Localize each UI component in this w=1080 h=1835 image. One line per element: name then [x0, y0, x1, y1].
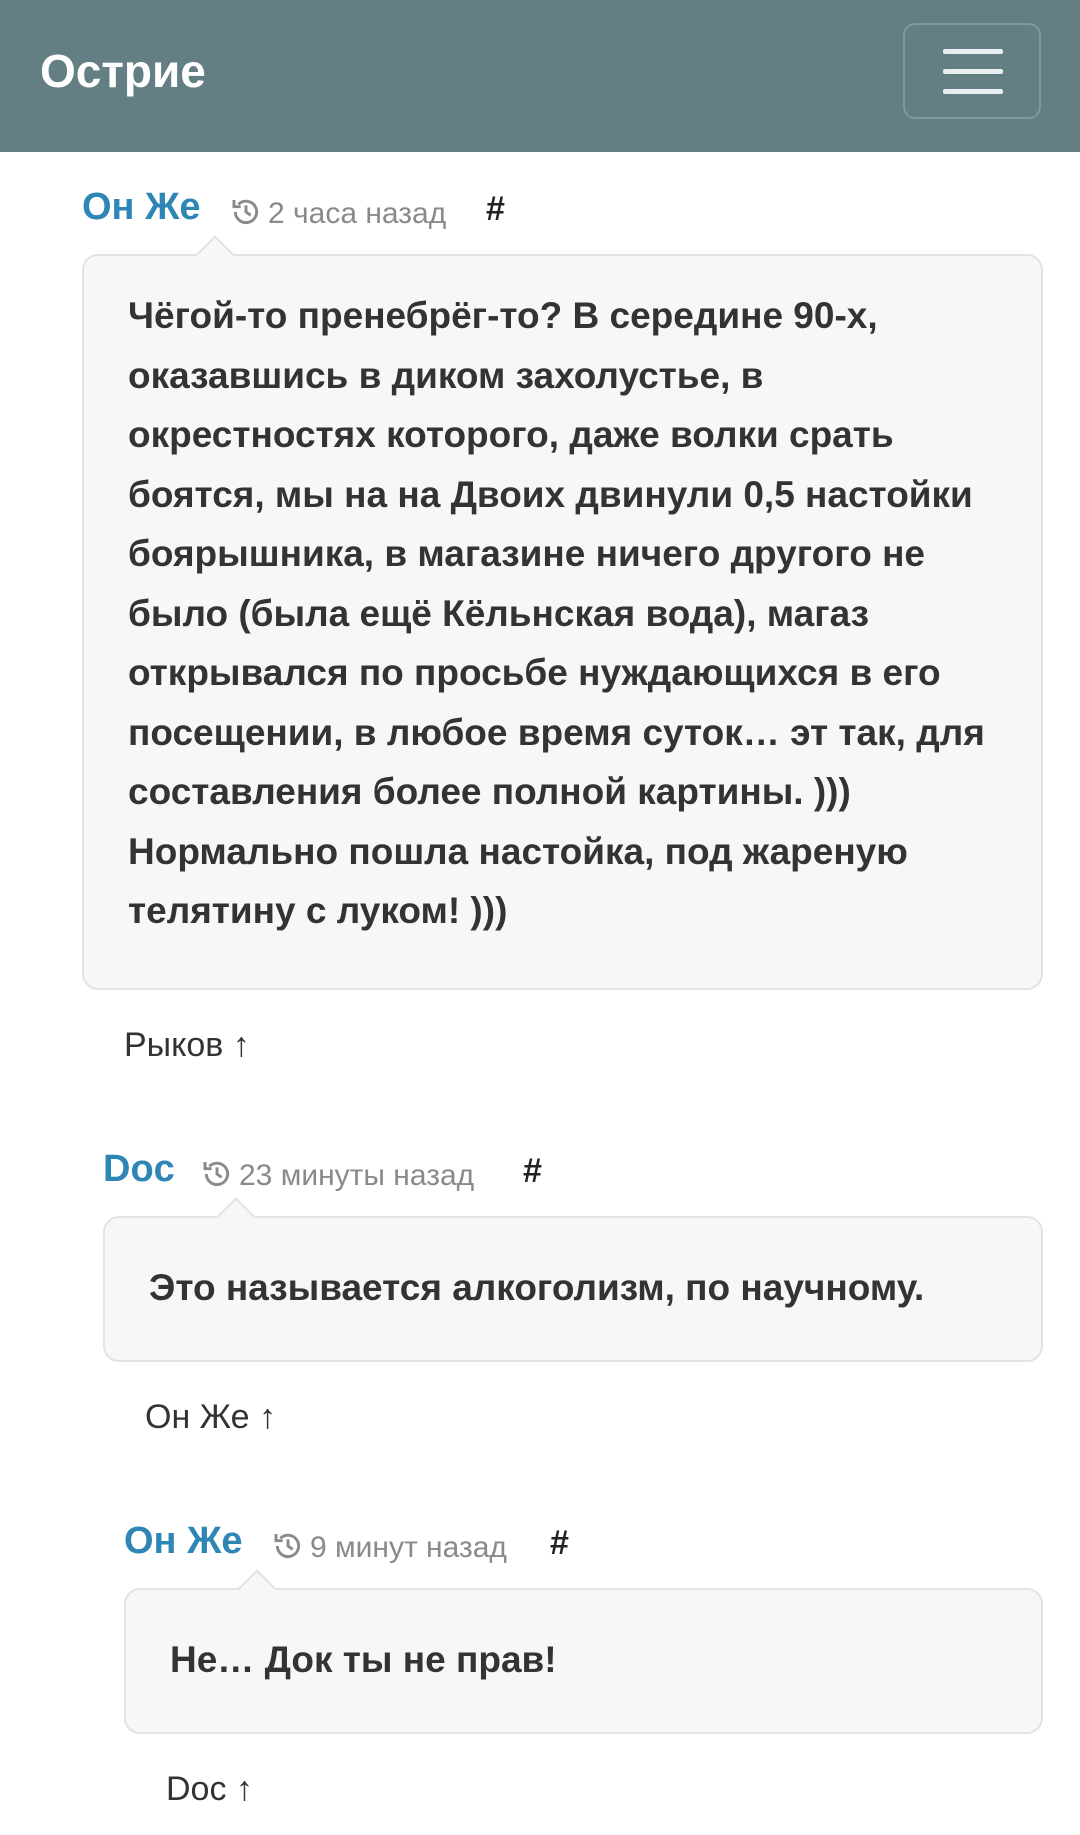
comment-time: 2 часа назад	[230, 196, 446, 231]
menu-toggle-button[interactable]	[903, 23, 1041, 119]
comment-text: Не… Док ты не прав!	[170, 1639, 557, 1680]
history-icon	[274, 1533, 301, 1558]
site-brand[interactable]: Острие	[40, 44, 206, 98]
comment-author-link[interactable]: Он Же	[124, 1520, 243, 1563]
comment-time-text: 9 минут назад	[310, 1531, 507, 1564]
comment: Он Же 9 минут назад # Не… Док ты не прав…	[124, 1520, 1043, 1808]
comment-anchor-link[interactable]: #	[486, 190, 505, 229]
history-icon	[232, 199, 259, 224]
comment-meta: Он Же 9 минут назад #	[124, 1520, 1043, 1580]
hamburger-icon	[943, 49, 1003, 54]
comment-time: 9 минут назад	[272, 1530, 507, 1565]
comment-meta: Он Же 2 часа назад #	[82, 186, 1043, 246]
comment-bubble: Не… Док ты не прав!	[124, 1569, 1043, 1734]
comment-meta: Doc 23 минуты назад #	[103, 1148, 1043, 1208]
comment-anchor-link[interactable]: #	[523, 1152, 542, 1191]
reply-to-link[interactable]: Рыков ↑	[124, 1026, 250, 1065]
comment-time: 23 минуты назад	[201, 1158, 474, 1193]
top-navbar: Острие	[0, 0, 1080, 152]
comment-author-link[interactable]: Doc	[103, 1148, 175, 1191]
comment-bubble: Это называется алкоголизм, по научному.	[103, 1197, 1043, 1362]
comment: Он Же 2 часа назад # Чёгой-то пренебрёг-…	[82, 186, 1043, 1064]
comment-time-text: 23 минуты назад	[239, 1159, 475, 1192]
history-icon	[203, 1161, 230, 1186]
comment-author-link[interactable]: Он Же	[82, 186, 201, 229]
comment-anchor-link[interactable]: #	[550, 1524, 569, 1563]
reply-to-link[interactable]: Он Же ↑	[145, 1398, 276, 1437]
comment: Doc 23 минуты назад # Это называется алк…	[103, 1148, 1043, 1436]
comment-text: Это называется алкоголизм, по научному.	[149, 1267, 925, 1308]
comment-text: Чёгой-то пренебрёг-то? В середине 90-х, …	[128, 295, 985, 931]
comment-bubble: Чёгой-то пренебрёг-то? В середине 90-х, …	[82, 235, 1043, 990]
reply-to-link[interactable]: Doc ↑	[166, 1770, 253, 1809]
comment-time-text: 2 часа назад	[268, 197, 447, 230]
